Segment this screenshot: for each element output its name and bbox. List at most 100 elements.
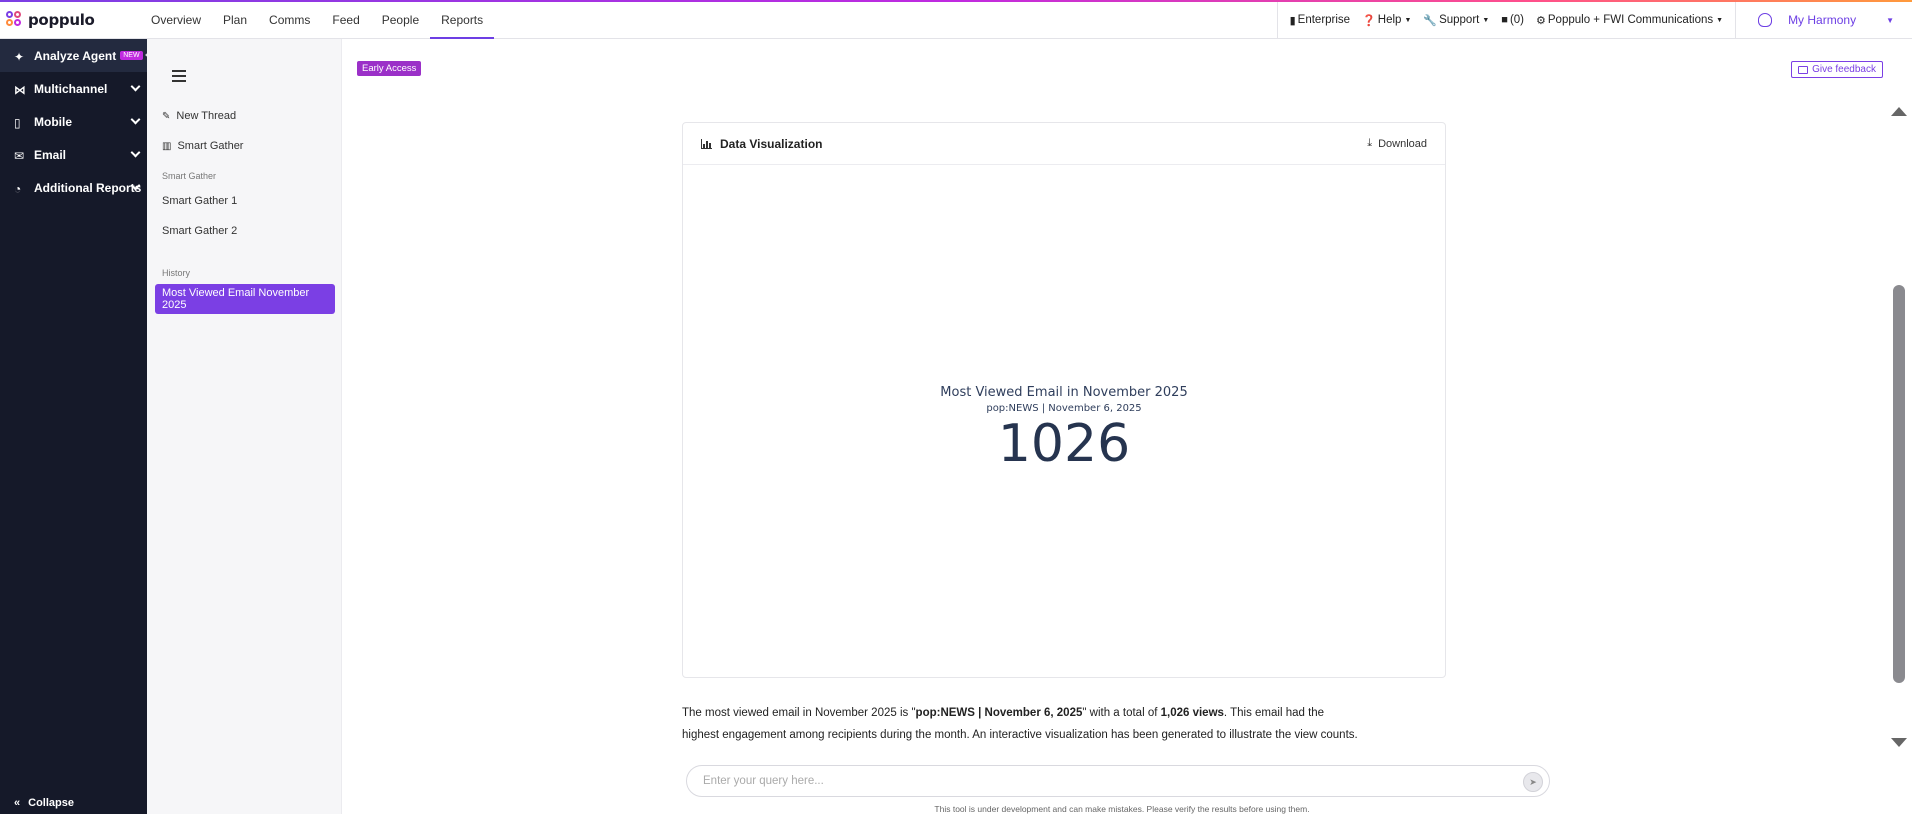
enterprise-label: Enterprise: [1297, 14, 1351, 26]
query-input[interactable]: Enter your query here... ➤: [686, 765, 1550, 797]
give-feedback-button[interactable]: Give feedback: [1791, 61, 1883, 78]
chevron-down-icon: [130, 147, 141, 158]
scrollbar-thumb[interactable]: [1893, 285, 1905, 683]
main-content: Early Access Give feedback Data Visualiz…: [342, 39, 1912, 814]
visualization-area: Most Viewed Email in November 2025 pop:N…: [683, 166, 1445, 677]
history-item-active[interactable]: Most Viewed Email November 2025: [155, 284, 335, 314]
give-feedback-label: Give feedback: [1812, 64, 1876, 75]
download-label: Download: [1378, 137, 1427, 150]
smart-gather-label: Smart Gather: [177, 140, 244, 152]
data-visualization-card: Data Visualization ⤓ Download Most Viewe…: [682, 122, 1446, 678]
answer-part-1: The most viewed email in November 2025 i…: [682, 707, 916, 719]
collapse-label: Collapse: [28, 797, 74, 809]
agent-panel: ✎ New Thread ▥ Smart Gather Smart Gather…: [147, 39, 342, 814]
scrollbar[interactable]: [1884, 39, 1912, 814]
sidebar-item-additional-reports[interactable]: ◔ Additional Reports: [0, 171, 147, 204]
scroll-up-arrow-icon[interactable]: [1891, 107, 1907, 116]
bar-chart-icon: [701, 138, 712, 149]
smart-gather-2-item[interactable]: Smart Gather 2: [162, 225, 237, 237]
tab-reports[interactable]: Reports: [430, 2, 495, 39]
agent-answer-text: The most viewed email in November 2025 i…: [682, 702, 1362, 760]
tab-people[interactable]: People: [371, 2, 430, 38]
caret-down-icon: ▼: [1716, 16, 1724, 24]
support-dropdown[interactable]: 🔧 Support ▼: [1417, 2, 1495, 38]
chevron-down-icon: [130, 114, 141, 125]
early-access-badge: Early Access: [357, 61, 422, 76]
envelope-icon: ✉: [14, 148, 25, 163]
section-label-smart-gather: Smart Gather: [162, 171, 217, 181]
disclaimer-text: This tool is under development and can m…: [934, 804, 1310, 814]
pencil-icon: ✎: [162, 110, 171, 122]
tab-comms[interactable]: Comms: [258, 2, 321, 38]
caret-down-icon: ▼: [1404, 16, 1412, 24]
caret-down-icon: ▼: [1886, 15, 1894, 25]
sidebar-item-label: Analyze Agent: [34, 48, 117, 63]
send-button[interactable]: ➤: [1523, 772, 1543, 792]
answer-email-name: pop:NEWS | November 6, 2025: [915, 707, 1083, 719]
double-chevron-left-icon: «: [14, 797, 21, 809]
feedback-icon: [1798, 65, 1809, 74]
sidebar-item-label: Multichannel: [34, 81, 108, 96]
chevron-down-icon: [130, 81, 141, 92]
logo[interactable]: poppulo: [0, 2, 140, 38]
download-button[interactable]: ⤓ Download: [1367, 137, 1427, 150]
hamburger-menu-icon[interactable]: [172, 70, 186, 85]
divider: [1276, 2, 1278, 38]
sidebar-item-multichannel[interactable]: ⋈ Multichannel: [0, 72, 147, 105]
top-navigation-bar: poppulo Overview Plan Comms Feed People …: [0, 2, 1912, 39]
sidebar-item-label: Mobile: [34, 114, 72, 129]
sidebar-item-email[interactable]: ✉ Email: [0, 138, 147, 171]
wrench-icon: 🔧: [1423, 14, 1438, 27]
viz-value: 1026: [997, 414, 1131, 474]
support-label: Support: [1439, 14, 1480, 26]
section-label-history: History: [162, 268, 191, 278]
org-label: Poppulo + FWI Communications: [1547, 14, 1714, 26]
notifications-count: (0): [1509, 14, 1525, 26]
pie-chart-icon: ◔: [14, 181, 22, 196]
collapse-button[interactable]: « Collapse: [14, 792, 74, 814]
help-icon: ❓: [1362, 14, 1376, 27]
sidebar-item-analyze-agent[interactable]: ✦ Analyze Agent NEW: [0, 39, 151, 72]
answer-views: 1,026 views: [1160, 707, 1224, 719]
org-dropdown[interactable]: ⚙ Poppulo + FWI Communications ▼: [1530, 2, 1729, 38]
poppulo-logo-icon: [6, 11, 24, 29]
query-placeholder: Enter your query here...: [703, 775, 824, 787]
send-icon: ➤: [1529, 776, 1537, 787]
tab-feed[interactable]: Feed: [321, 2, 370, 38]
card-title: Data Visualization: [701, 137, 822, 151]
building-icon: ▮: [1289, 14, 1296, 27]
user-name: My Harmony: [1788, 13, 1857, 27]
main-nav-tabs: Overview Plan Comms Feed People Reports: [140, 2, 495, 39]
sidebar-item-label: Email: [34, 147, 67, 162]
help-label: Help: [1377, 14, 1402, 26]
enterprise-link[interactable]: ▮ Enterprise: [1284, 2, 1356, 38]
smart-gather-button[interactable]: ▥ Smart Gather: [162, 140, 243, 152]
card-title-text: Data Visualization: [720, 136, 823, 151]
smart-gather-1-item[interactable]: Smart Gather 1: [162, 195, 237, 207]
bar-chart-icon: ▥: [162, 140, 172, 152]
tab-plan[interactable]: Plan: [212, 2, 258, 38]
divider: [1735, 2, 1737, 38]
share-nodes-icon: ⋈: [14, 82, 26, 97]
new-thread-button[interactable]: ✎ New Thread: [162, 110, 236, 122]
scroll-down-arrow-icon[interactable]: [1891, 738, 1907, 747]
mobile-icon: ▯: [14, 115, 21, 130]
top-right-menu: ▮ Enterprise ❓ Help ▼ 🔧 Support ▼ ■ (0) …: [1271, 2, 1912, 38]
gear-icon: ⚙: [1536, 14, 1546, 27]
new-badge: NEW: [120, 51, 143, 60]
sparkle-icon: ✦: [14, 49, 25, 64]
viz-subtitle: pop:NEWS | November 6, 2025: [986, 403, 1142, 414]
sidebar: ✦ Analyze Agent NEW ⋈ Multichannel ▯ Mob…: [0, 39, 151, 814]
answer-part-2: " with a total of: [1082, 707, 1161, 719]
new-thread-label: New Thread: [176, 110, 237, 122]
download-icon: ⤓: [1367, 137, 1373, 149]
caret-down-icon: ▼: [1482, 16, 1490, 24]
sidebar-item-label: Additional Reports: [34, 180, 142, 195]
notification-icon: ■: [1501, 14, 1508, 26]
sidebar-item-mobile[interactable]: ▯ Mobile: [0, 105, 147, 138]
user-menu[interactable]: My Harmony ▼: [1742, 2, 1912, 38]
notifications-button[interactable]: ■ (0): [1495, 2, 1530, 38]
help-dropdown[interactable]: ❓ Help ▼: [1356, 2, 1417, 38]
tab-overview[interactable]: Overview: [140, 2, 212, 38]
user-icon: [1758, 13, 1773, 27]
